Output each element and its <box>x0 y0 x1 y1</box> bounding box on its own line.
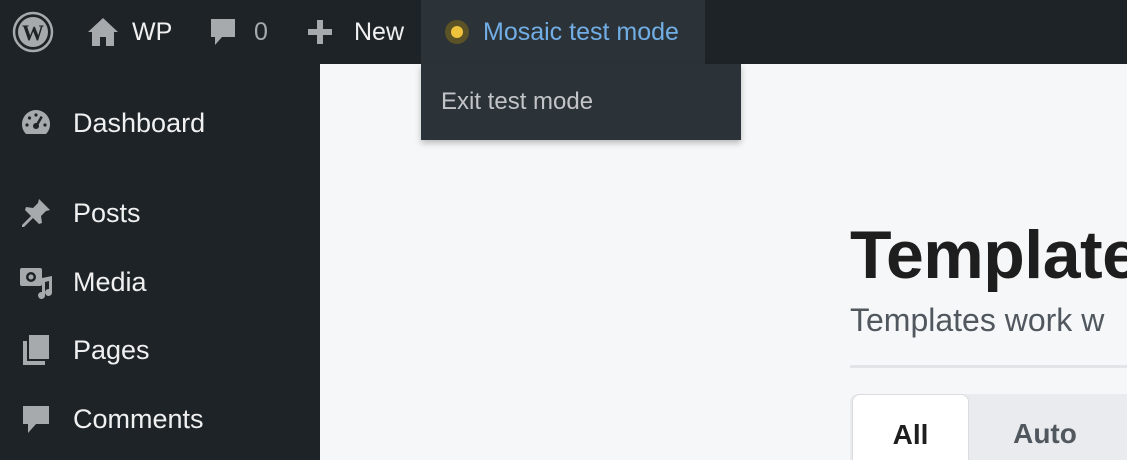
sidebar-item-label: Posts <box>73 197 141 228</box>
comment-icon <box>18 401 54 437</box>
mosaic-test-mode-label: Mosaic test mode <box>483 17 679 46</box>
svg-text:W: W <box>22 20 44 45</box>
new-label: New <box>354 17 405 46</box>
sidebar-item-label: Pages <box>73 334 150 365</box>
comments-count: 0 <box>254 17 268 46</box>
admin-sidebar: Dashboard Posts Media Pages Comments <box>0 64 320 460</box>
sidebar-item-label: Comments <box>73 403 204 434</box>
sidebar-item-dashboard[interactable]: Dashboard <box>0 91 320 155</box>
sidebar-item-posts[interactable]: Posts <box>0 181 320 245</box>
media-icon <box>18 264 54 300</box>
divider <box>850 365 1127 368</box>
new-content-button[interactable]: New <box>306 0 404 64</box>
home-icon <box>86 16 120 48</box>
wordpress-logo-icon: W <box>12 11 54 53</box>
comment-bubble-icon <box>208 16 238 48</box>
sidebar-item-comments[interactable]: Comments <box>0 387 320 451</box>
dashboard-icon <box>18 105 54 141</box>
pin-icon <box>18 195 54 231</box>
sidebar-item-pages[interactable]: Pages <box>0 318 320 382</box>
plus-icon <box>306 18 334 46</box>
admin-bar: W WP 0 New Mosaic test mode <box>0 0 1127 64</box>
site-name-link[interactable]: WP <box>86 0 172 64</box>
template-tabs: All Auto <box>850 394 1127 460</box>
page-title: Templates <box>850 217 1127 293</box>
site-name-label: WP <box>132 17 173 46</box>
mosaic-test-mode-menu[interactable]: Mosaic test mode <box>421 0 705 64</box>
pages-icon <box>18 332 54 368</box>
page-subtitle: Templates work w <box>850 302 1105 338</box>
comments-link[interactable]: 0 <box>208 0 268 64</box>
mosaic-dropdown: Exit test mode <box>421 64 741 140</box>
sidebar-item-label: Media <box>73 266 147 297</box>
sidebar-item-media[interactable]: Media <box>0 250 320 314</box>
tab-all[interactable]: All <box>852 394 969 460</box>
tab-auto[interactable]: Auto <box>980 394 1110 460</box>
wordpress-logo-button[interactable]: W <box>12 0 58 64</box>
status-dot-icon <box>445 20 469 44</box>
exit-test-mode-link[interactable]: Exit test mode <box>441 88 593 116</box>
sidebar-item-label: Dashboard <box>73 107 206 138</box>
